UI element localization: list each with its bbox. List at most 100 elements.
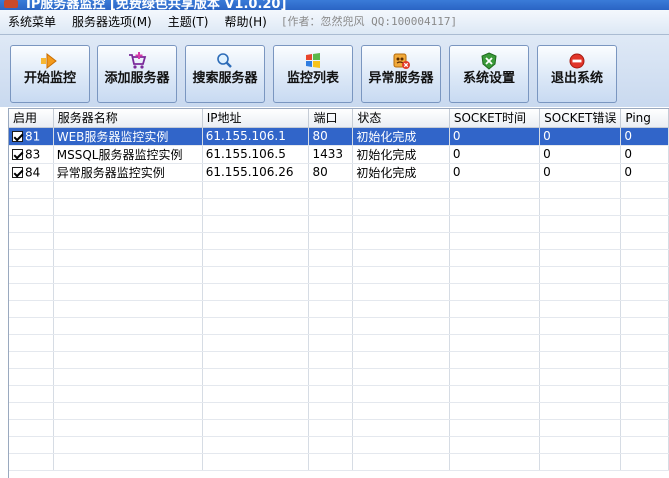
empty-cell xyxy=(449,181,541,199)
empty-cell xyxy=(9,351,54,369)
empty-cell xyxy=(620,283,669,301)
cell-server-name: MSSQL服务器监控实例 xyxy=(53,145,203,164)
cell-enabled[interactable]: 83 xyxy=(9,145,54,164)
col-header-ip[interactable]: IP地址 xyxy=(202,109,310,128)
empty-cell xyxy=(9,232,54,250)
empty-row xyxy=(9,334,669,352)
empty-row xyxy=(9,215,669,233)
table-row[interactable]: 84 异常服务器监控实例 61.155.106.26 80 初始化完成 0 0 0 xyxy=(9,163,669,182)
col-header-socket-error[interactable]: SOCKET错误 xyxy=(539,109,622,128)
menu-server-options[interactable]: 服务器选项(M) xyxy=(64,12,160,32)
enable-checkbox[interactable] xyxy=(12,166,23,178)
empty-cell xyxy=(308,300,354,318)
empty-cell xyxy=(620,334,669,352)
table-row[interactable]: 81 WEB服务器监控实例 61.155.106.1 80 初始化完成 0 0 0 xyxy=(9,127,669,146)
col-header-status[interactable]: 状态 xyxy=(352,109,450,128)
empty-cell xyxy=(53,181,203,199)
warning-server-icon xyxy=(391,51,411,71)
empty-cell xyxy=(620,232,669,250)
cell-ip: 61.155.106.1 xyxy=(202,127,310,146)
empty-cell xyxy=(539,419,622,437)
empty-cell xyxy=(539,453,622,471)
empty-cell xyxy=(539,351,622,369)
empty-cell xyxy=(53,300,203,318)
empty-cell xyxy=(308,198,354,216)
empty-cell xyxy=(9,300,54,318)
table-header-row: 启用 服务器名称 IP地址 端口 状态 SOCKET时间 SOCKET错误 Pi… xyxy=(9,109,669,128)
empty-cell xyxy=(352,317,450,335)
empty-row xyxy=(9,181,669,199)
cart-add-icon xyxy=(127,51,147,71)
empty-cell xyxy=(449,334,541,352)
empty-cell xyxy=(352,334,450,352)
empty-row xyxy=(9,436,669,454)
system-settings-button[interactable]: 系统设置 xyxy=(449,45,529,103)
empty-cell xyxy=(308,453,354,471)
cell-ip: 61.155.106.5 xyxy=(202,145,310,164)
empty-cell xyxy=(449,351,541,369)
empty-cell xyxy=(352,453,450,471)
menu-system[interactable]: 系统菜单 xyxy=(0,12,64,32)
abnormal-server-button[interactable]: 异常服务器 xyxy=(361,45,441,103)
cell-port: 1433 xyxy=(308,145,354,164)
empty-cell xyxy=(9,436,54,454)
empty-cell xyxy=(9,385,54,403)
empty-cell xyxy=(53,351,203,369)
empty-cell xyxy=(9,317,54,335)
cell-ping: 0 xyxy=(620,145,669,164)
enable-checkbox[interactable] xyxy=(12,130,23,142)
empty-cell xyxy=(352,198,450,216)
cell-ping: 0 xyxy=(620,163,669,182)
col-header-socket-time[interactable]: SOCKET时间 xyxy=(449,109,541,128)
cell-socket-error: 0 xyxy=(539,127,622,146)
empty-cell xyxy=(53,419,203,437)
enable-checkbox[interactable] xyxy=(12,148,23,160)
empty-cell xyxy=(308,419,354,437)
start-monitor-button[interactable]: 开始监控 xyxy=(10,45,90,103)
empty-cell xyxy=(202,453,310,471)
empty-cell xyxy=(202,266,310,284)
empty-cell xyxy=(308,232,354,250)
empty-cell xyxy=(449,317,541,335)
windows-flag-icon xyxy=(303,51,323,71)
empty-cell xyxy=(9,368,54,386)
server-grid[interactable]: 启用 服务器名称 IP地址 端口 状态 SOCKET时间 SOCKET错误 Pi… xyxy=(8,108,669,478)
empty-cell xyxy=(202,402,310,420)
empty-cell xyxy=(449,419,541,437)
empty-cell xyxy=(352,266,450,284)
monitor-list-button[interactable]: 监控列表 xyxy=(273,45,353,103)
table-row[interactable]: 83 MSSQL服务器监控实例 61.155.106.5 1433 初始化完成 0 0 0 xyxy=(9,145,669,164)
col-header-enabled[interactable]: 启用 xyxy=(9,109,54,128)
system-settings-label: 系统设置 xyxy=(462,71,515,86)
search-server-button[interactable]: 搜索服务器 xyxy=(185,45,265,103)
empty-cell xyxy=(352,249,450,267)
cell-enabled[interactable]: 84 xyxy=(9,163,54,182)
add-server-button[interactable]: 添加服务器 xyxy=(97,45,177,103)
empty-cell xyxy=(202,419,310,437)
col-header-server-name[interactable]: 服务器名称 xyxy=(53,109,203,128)
col-header-ping[interactable]: Ping xyxy=(620,109,669,128)
empty-row xyxy=(9,266,669,284)
empty-row xyxy=(9,419,669,437)
exit-system-button[interactable]: 退出系统 xyxy=(537,45,617,103)
empty-cell xyxy=(308,215,354,233)
menu-bar: 系统菜单 服务器选项(M) 主题(T) 帮助(H) [作者：忽然兜风 QQ:10… xyxy=(0,10,669,35)
empty-cell xyxy=(620,300,669,318)
empty-cell xyxy=(202,385,310,403)
empty-cell xyxy=(620,181,669,199)
menu-theme[interactable]: 主题(T) xyxy=(160,12,217,32)
empty-cell xyxy=(449,266,541,284)
empty-cell xyxy=(620,402,669,420)
empty-cell xyxy=(53,215,203,233)
cell-enabled[interactable]: 81 xyxy=(9,127,54,146)
empty-cell xyxy=(449,232,541,250)
empty-cell xyxy=(449,300,541,318)
empty-cell xyxy=(202,436,310,454)
col-header-port[interactable]: 端口 xyxy=(308,109,354,128)
empty-cell xyxy=(620,317,669,335)
empty-cell xyxy=(202,198,310,216)
empty-cell xyxy=(352,300,450,318)
server-id: 81 xyxy=(25,129,41,144)
empty-cell xyxy=(9,198,54,216)
menu-help[interactable]: 帮助(H) xyxy=(216,12,274,32)
